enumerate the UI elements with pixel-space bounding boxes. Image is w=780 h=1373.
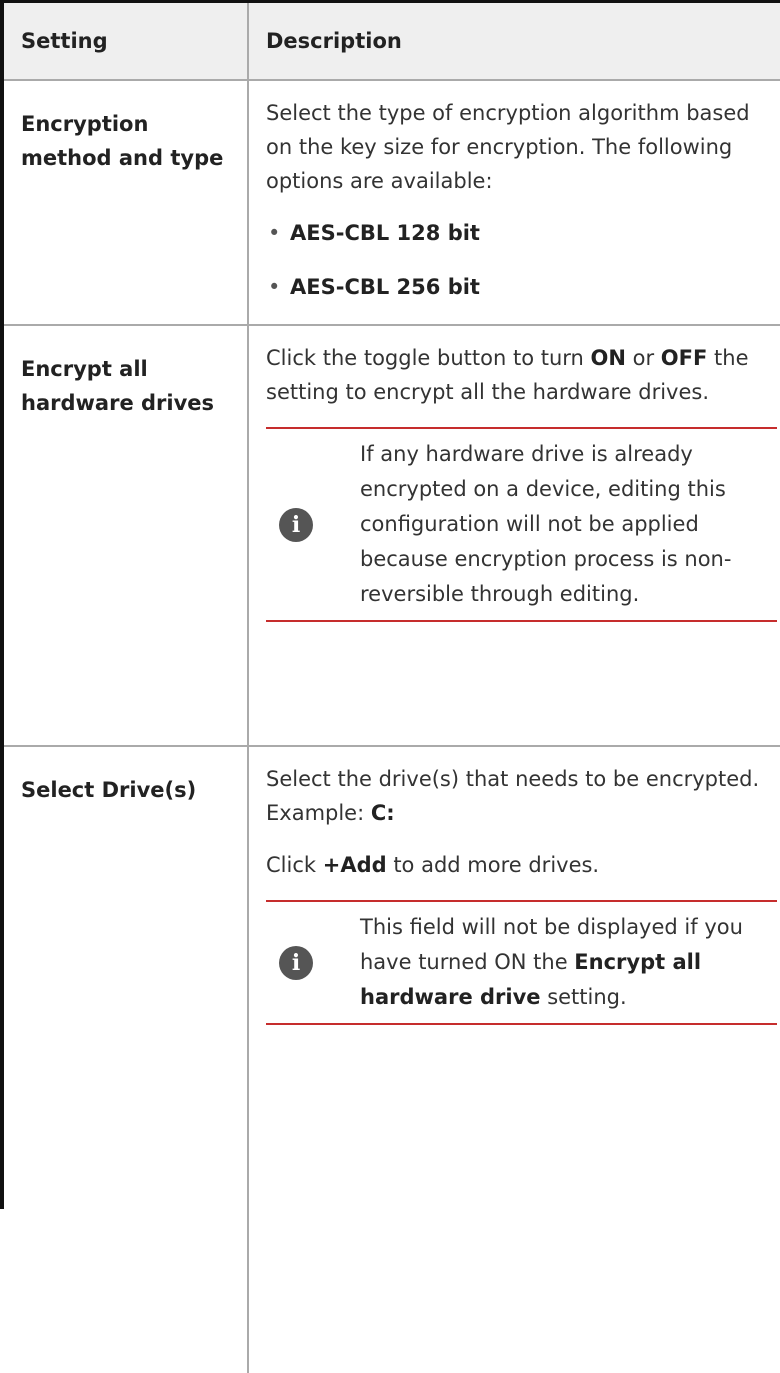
setting-description: Select the drive(s) that needs to be enc… <box>247 746 780 1373</box>
table-row: Encrypt all hardware drives Click the to… <box>4 325 780 747</box>
add-keyword: +Add <box>322 853 387 877</box>
note-icon-wrap: i <box>266 945 356 980</box>
text-run: Select the drive(s) that needs to be enc… <box>266 767 760 825</box>
options-list: • AES-CBL 128 bit • AES-CBL 256 bit <box>266 216 780 304</box>
on-keyword: ON <box>590 346 626 370</box>
text-run: or <box>625 346 661 370</box>
list-item: • AES-CBL 256 bit <box>266 270 780 304</box>
description-text: Click the toggle button to turn ON or OF… <box>266 341 780 409</box>
option-label: AES-CBL 256 bit <box>290 275 480 299</box>
text-run: to add more drives. <box>386 853 600 877</box>
settings-table: Setting Description Encryption method an… <box>4 3 780 1373</box>
header-setting: Setting <box>4 3 248 81</box>
note-callout: i This field will not be displayed if yo… <box>266 900 777 1025</box>
setting-description: Click the toggle button to turn ON or OF… <box>247 325 780 747</box>
setting-description: Select the type of encryption algorithm … <box>247 80 780 326</box>
text-run: Click the toggle button to turn <box>266 346 591 370</box>
note-text: If any hardware drive is already encrypt… <box>360 442 732 606</box>
option-label: AES-CBL 128 bit <box>290 221 480 245</box>
text-run: setting. <box>540 985 627 1009</box>
description-text: Select the type of encryption algorithm … <box>266 101 750 193</box>
example-value: C: <box>370 801 395 825</box>
settings-table-frame: Setting Description Encryption method an… <box>0 0 780 1373</box>
note-callout: i If any hardware drive is already encry… <box>266 427 777 622</box>
setting-name: Select Drive(s) <box>21 778 197 802</box>
note-icon-wrap: i <box>266 507 356 542</box>
off-keyword: OFF <box>660 346 708 370</box>
bullet-icon: • <box>268 275 281 299</box>
add-instruction: Click +Add to add more drives. <box>266 848 780 882</box>
info-icon: i <box>279 945 313 980</box>
text-run: Click <box>266 853 323 877</box>
list-item: • AES-CBL 128 bit <box>266 216 780 250</box>
setting-name: Encryption method and type <box>4 80 248 326</box>
info-icon: i <box>279 507 313 542</box>
description-text: Select the drive(s) that needs to be enc… <box>266 762 780 830</box>
bullet-icon: • <box>268 221 281 245</box>
table-row: Select Drive(s) Select the drive(s) that… <box>4 746 780 1373</box>
setting-name: Encrypt all hardware drives <box>4 325 248 747</box>
header-description: Description <box>247 3 780 81</box>
table-row: Encryption method and type Select the ty… <box>4 80 780 326</box>
note-text: This field will not be displayed if you … <box>356 902 777 1023</box>
header-row: Setting Description <box>4 3 780 81</box>
